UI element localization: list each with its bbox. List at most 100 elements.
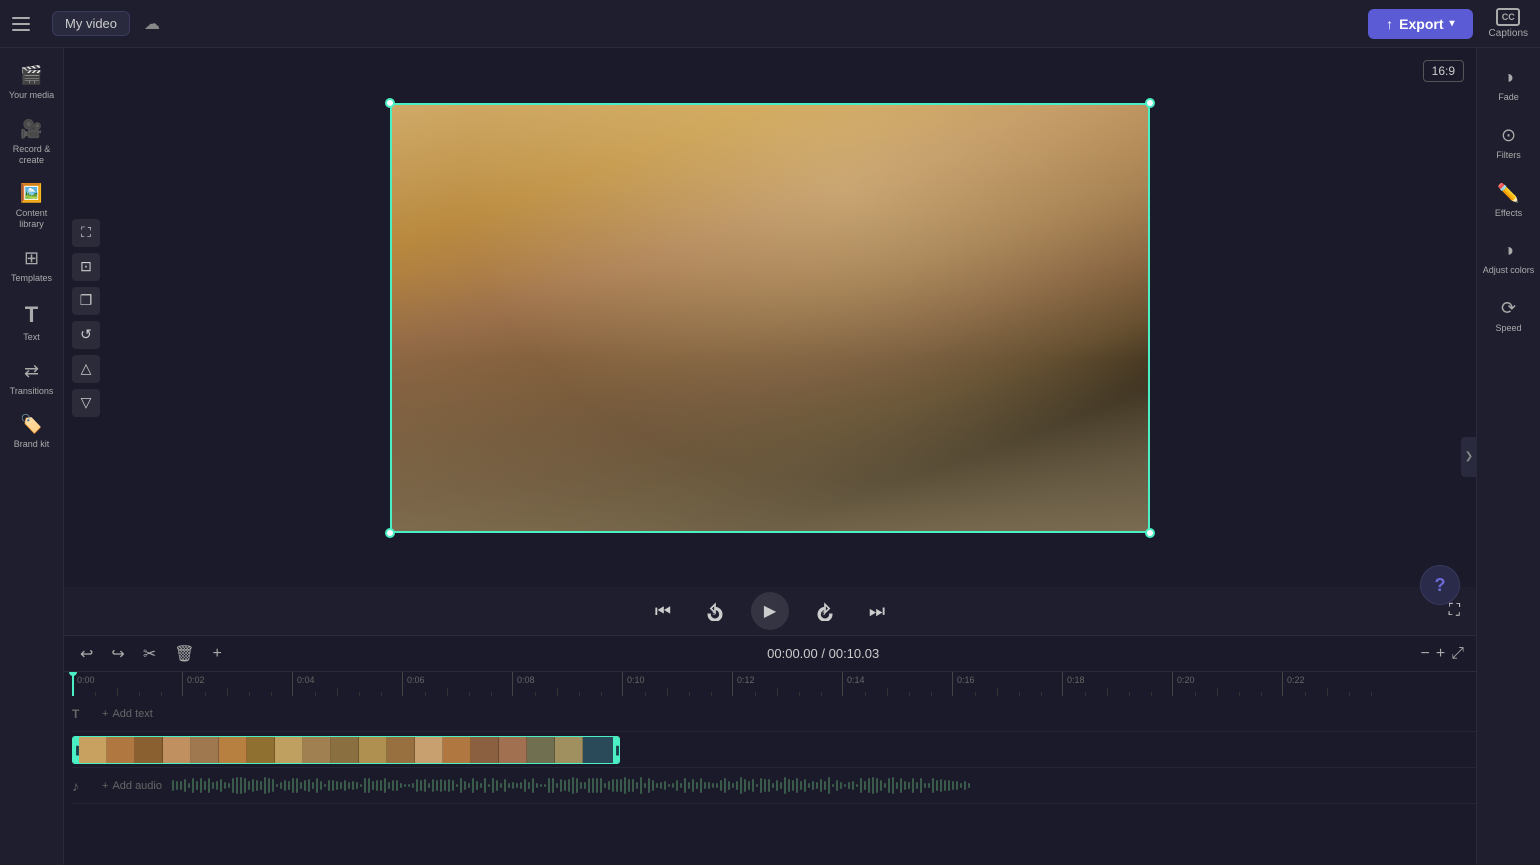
waveform-bar [492,778,494,792]
rewind-button[interactable]: 5 [699,595,731,627]
ruler-segment: 0:02 [182,672,292,696]
sidebar-item-text[interactable]: T Text [0,294,63,351]
timeline-tracks: T + Add text [64,696,1476,865]
right-sidebar-collapse-button[interactable]: ❯ [1461,437,1477,477]
record-create-icon: 🎥 [20,119,42,140]
waveform-bar [872,777,874,794]
clip-thumbnail [387,737,415,763]
right-tool-filters[interactable]: ⊙ Filters [1477,115,1540,171]
clip-thumbnail [471,737,499,763]
filters-icon: ⊙ [1501,125,1516,146]
add-audio-button[interactable]: + Add audio [96,778,168,794]
skip-to-start-button[interactable]: ⏮ [647,595,679,627]
fullscreen-tool-btn[interactable]: ⛶ [72,219,100,247]
forward-button[interactable]: 5 [809,595,841,627]
ruler-segment: 0:12 [732,672,842,696]
waveform-bar [188,783,190,788]
waveform-bar [904,781,906,790]
right-tool-speed[interactable]: ⟳ Speed [1477,288,1540,344]
clip-thumbnail [359,737,387,763]
adjust-colors-icon: ◑ [1503,240,1514,261]
cut-button[interactable]: ✂ [139,642,160,666]
waveform-bar [452,780,454,791]
sidebar-item-transitions[interactable]: ⇄ Transitions [0,353,63,405]
flip-v-tool-btn[interactable]: ▽ [72,389,100,417]
clip-handle-right[interactable] [613,737,619,763]
captions-button[interactable]: CC Captions [1489,8,1528,39]
waveform-bar [176,781,178,790]
waveform-bar [912,778,914,793]
handle-bottom-right[interactable] [1145,528,1155,538]
center-area: ⛶ ⊡ ❐ ↺ △ ▽ [64,48,1476,865]
waveform-bar [392,780,394,790]
waveform-bar [744,779,746,791]
timeline-playhead[interactable] [72,672,74,696]
handle-bottom-left[interactable] [385,528,395,538]
undo-button[interactable]: ↩ [76,642,97,666]
waveform-bar [740,777,742,793]
zoom-in-button[interactable]: + [1436,645,1445,663]
redo-button[interactable]: ↪ [107,642,128,666]
waveform-bar [784,777,786,794]
sidebar-item-brand-kit[interactable]: 🏷️ Brand kit [0,406,63,458]
handle-top-left[interactable] [385,98,395,108]
svg-text:5: 5 [823,611,826,617]
waveform-bar [884,783,886,789]
waveform-bar [224,782,226,789]
crop-tool-btn[interactable]: ⊡ [72,253,100,281]
timeline-time: 00:00.00 / 00:10.03 [236,646,1411,661]
right-tool-effects[interactable]: ✏️ Effects [1477,173,1540,229]
video-clip[interactable] [72,736,620,764]
waveform-bar [344,780,346,791]
flip-h-tool-btn[interactable]: △ [72,355,100,383]
sidebar-item-content-library[interactable]: 🖼️ Content library [0,175,63,238]
delete-button[interactable]: 🗑 [170,642,198,666]
waveform-bar [436,780,438,791]
waveform-bar [880,780,882,792]
add-text-button[interactable]: + Add text [96,706,159,722]
skip-to-end-button[interactable]: ⏭ [861,595,893,627]
waveform-bar [204,781,206,791]
menu-icon[interactable] [12,10,40,38]
waveform-bar [184,779,186,793]
video-frame [390,103,1150,533]
clip-thumbnail [275,737,303,763]
video-title[interactable]: My video [52,11,130,36]
play-button[interactable]: ▶ [751,592,789,630]
clone-tool-btn[interactable]: ❐ [72,287,100,315]
cloud-save-icon[interactable]: ☁ [138,10,166,38]
fullscreen-button[interactable]: ⛶ [1449,602,1460,620]
sidebar-item-record-create[interactable]: 🎥 Record & create [0,111,63,174]
waveform-bar [640,777,642,794]
waveform-bar [888,778,890,794]
waveform-bar [952,781,954,790]
sidebar-item-your-media[interactable]: 🎬 Your media [0,57,63,109]
waveform-bar [608,781,610,789]
rotate-tool-btn[interactable]: ↺ [72,321,100,349]
text-track-row: T + Add text [72,696,1476,732]
waveform-bar [552,778,554,793]
right-tool-fade[interactable]: ◑ Fade [1477,57,1540,113]
waveform-bar [764,779,766,791]
waveform-bar [948,780,950,791]
waveform-bar [868,778,870,793]
right-tool-adjust-colors[interactable]: ◑ Adjust colors [1477,230,1540,286]
waveform-bar [688,782,690,788]
waveform-bar [372,781,374,790]
waveform-bar [208,778,210,793]
sidebar-item-templates[interactable]: ⊞ Templates [0,240,63,292]
export-button[interactable]: ↑ Export ▾ [1368,9,1472,39]
waveform-bar [832,784,834,787]
help-button[interactable]: ? [1420,565,1460,605]
add-media-button[interactable]: + [209,643,226,665]
waveform-bar [696,782,698,789]
zoom-out-button[interactable]: − [1421,645,1430,663]
waveform-bar [192,778,194,793]
waveform-bar [876,778,878,792]
waveform-bar [336,781,338,790]
waveform-bar [456,784,458,787]
handle-top-right[interactable] [1145,98,1155,108]
waveform-bar [660,782,662,790]
expand-timeline-button[interactable]: ⤢ [1451,645,1464,663]
waveform-bar [180,781,182,791]
